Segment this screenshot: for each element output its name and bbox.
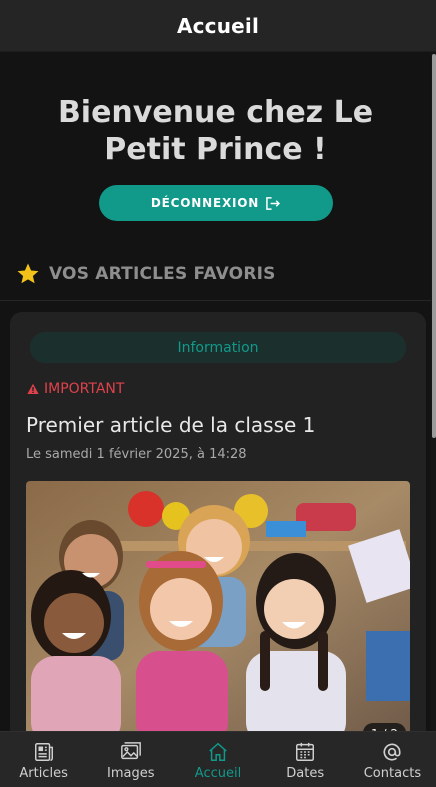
scrollbar-thumb[interactable] [432, 54, 436, 438]
article-date: Le samedi 1 février 2025, à 14:28 [26, 447, 247, 462]
content-scrollbar[interactable] [431, 52, 436, 731]
welcome-section: Bienvenue chez Le Petit Prince ! DÉCONNE… [0, 52, 431, 221]
calendar-icon [296, 742, 315, 761]
favorites-header: VOS ARTICLES FAVORIS [16, 262, 276, 286]
nav-label-images: Images [107, 766, 155, 781]
nav-item-dates[interactable]: Dates [262, 732, 349, 787]
top-app-bar: Accueil [0, 0, 436, 52]
nav-label-dates: Dates [286, 766, 325, 781]
children-photo [26, 481, 410, 731]
newspaper-icon [34, 743, 53, 761]
logout-button[interactable]: DÉCONNEXION [98, 185, 333, 221]
article-title[interactable]: Premier article de la classe 1 [26, 413, 315, 437]
welcome-title: Bienvenue chez Le Petit Prince ! [57, 95, 374, 167]
logout-icon [266, 196, 281, 210]
favorite-article-card[interactable]: Information IMPORTANT Premier article de… [10, 312, 426, 731]
star-icon [17, 263, 39, 284]
home-content[interactable]: Bienvenue chez Le Petit Prince ! DÉCONNE… [0, 52, 431, 731]
nav-item-home[interactable]: Accueil [174, 732, 261, 787]
article-image-carousel[interactable]: 1 / 2 [26, 481, 410, 731]
nav-item-articles[interactable]: Articles [0, 732, 87, 787]
nav-item-images[interactable]: Images [87, 732, 174, 787]
page-title: Accueil [176, 13, 260, 38]
image-counter: 1 / 2 [363, 723, 406, 731]
logout-label: DÉCONNEXION [150, 196, 260, 210]
category-chip[interactable]: Information [30, 332, 406, 363]
section-divider [0, 300, 431, 301]
image-icon [120, 742, 141, 760]
nav-label-home: Accueil [194, 766, 242, 781]
favorites-title: VOS ARTICLES FAVORIS [49, 264, 276, 284]
warning-icon [27, 383, 39, 394]
home-icon [209, 742, 227, 761]
nav-label-articles: Articles [19, 766, 68, 781]
important-label: IMPORTANT [44, 381, 125, 397]
bottom-navigation: Articles Images Accueil Dates Contacts [0, 731, 436, 787]
important-badge: IMPORTANT [27, 381, 124, 397]
at-icon [383, 743, 401, 761]
nav-item-contacts[interactable]: Contacts [349, 732, 436, 787]
nav-label-contacts: Contacts [363, 766, 422, 781]
